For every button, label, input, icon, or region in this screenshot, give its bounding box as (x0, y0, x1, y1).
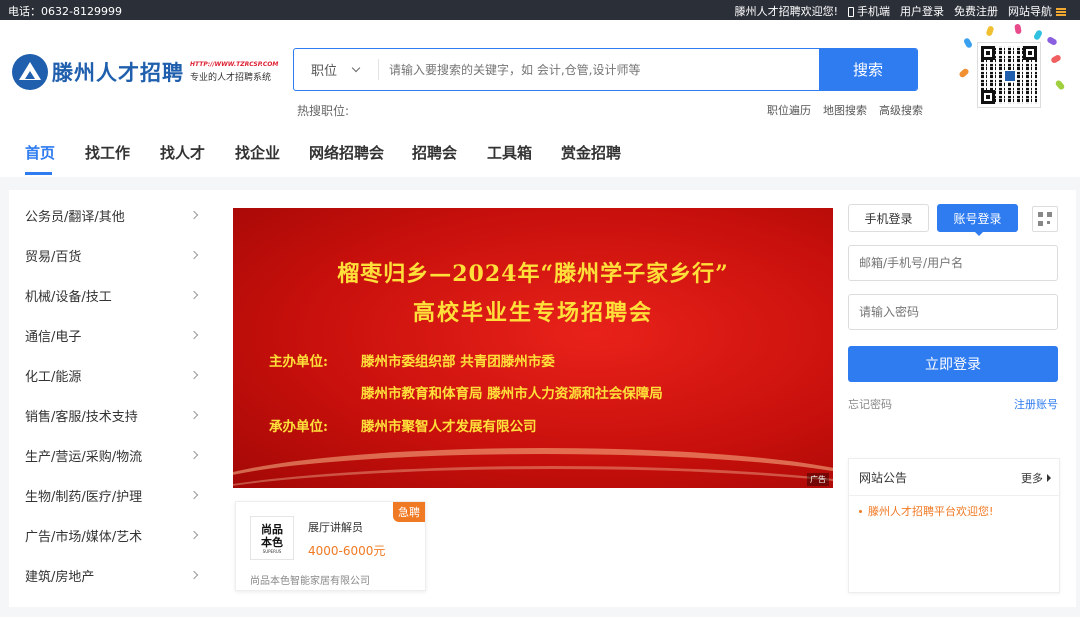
login-button[interactable]: 立即登录 (848, 346, 1058, 382)
urgent-badge: 急聘 (393, 502, 425, 522)
job-title[interactable]: 展厅讲解员 (308, 519, 363, 535)
chevron-right-icon (189, 410, 199, 420)
header: 滕州人才招聘 HTTP://WWW.TZRCSP.COM 专业的人才招聘系统 职… (0, 20, 1080, 177)
main-nav: 首页 找工作 找人才 找企业 网络招聘会 招聘会 工具箱 赏金招聘 (0, 137, 1080, 177)
chevron-right-icon (189, 490, 199, 500)
bullet-icon (859, 509, 862, 513)
notice-item[interactable]: 滕州人才招聘平台欢迎您! (859, 503, 993, 519)
category-item[interactable]: 建筑/房地产 (25, 555, 199, 595)
search-button[interactable]: 搜索 (819, 49, 917, 90)
welcome-text: 滕州人才招聘欢迎您! (734, 5, 838, 18)
banner-host-label: 主办单位: (269, 354, 328, 370)
chevron-right-icon (189, 210, 199, 220)
advanced-search-link[interactable]: 高级搜索 (879, 102, 923, 118)
password-field-wrap (848, 294, 1058, 330)
category-item[interactable]: 生产/营运/采购/物流 (25, 435, 199, 475)
site-nav-link[interactable]: 网站导航 (1008, 3, 1066, 19)
event-banner[interactable]: 榴枣归乡—2024年“滕州学子家乡行” 高校毕业生专场招聘会 主办单位: 滕州市… (233, 208, 833, 488)
nav-job-fair[interactable]: 招聘会 (412, 142, 457, 163)
contact-phone: 电话：0632-8129999 (8, 5, 122, 18)
notice-more-link[interactable]: 更多 (1021, 470, 1051, 486)
tab-account-login[interactable]: 账号登录 (937, 204, 1018, 236)
password-input[interactable] (849, 295, 1057, 329)
chevron-right-icon (189, 450, 199, 460)
username-input[interactable] (849, 246, 1057, 280)
chevron-right-icon (189, 530, 199, 540)
nav-online-fair[interactable]: 网络招聘会 (309, 142, 384, 163)
map-search-link[interactable]: 地图搜索 (823, 102, 867, 118)
chevron-right-icon (189, 570, 199, 580)
nav-find-talent[interactable]: 找人才 (160, 142, 205, 163)
site-logo[interactable]: 滕州人才招聘 HTTP://WWW.TZRCSP.COM 专业的人才招聘系统 (12, 54, 278, 90)
user-login-link[interactable]: 用户登录 (900, 3, 944, 19)
search-category-select[interactable]: 职位 (294, 49, 378, 90)
banner-host-1: 滕州市委组织部 共青团滕州市委 (361, 354, 555, 370)
free-register-link[interactable]: 免费注册 (954, 3, 998, 19)
menu-icon (1056, 8, 1066, 16)
caret-right-icon (1047, 474, 1051, 482)
nav-find-company[interactable]: 找企业 (235, 142, 280, 163)
tab-phone-login[interactable]: 手机登录 (848, 204, 929, 232)
job-browse-link[interactable]: 职位遍历 (767, 102, 811, 118)
main-content: 公务员/翻译/其他 贸易/百货 机械/设备/技工 通信/电子 化工/能源 销售/… (9, 190, 1076, 607)
logo-slogan: 专业的人才招聘系统 (190, 73, 272, 83)
top-links: 滕州人才招聘欢迎您! 手机端 用户登录 免费注册 网站导航 (735, 3, 1066, 19)
category-item[interactable]: 贸易/百货 (25, 235, 199, 275)
banner-organizer: 滕州市聚智人才发展有限公司 (361, 419, 537, 435)
job-card[interactable]: 急聘 尚品 本色 SUPERUS 展厅讲解员 4000-6000元 尚品本色智能… (235, 501, 426, 591)
logo-icon (12, 54, 48, 90)
banner-organizer-label: 承办单位: (269, 419, 328, 435)
mobile-icon (848, 7, 854, 17)
job-company[interactable]: 尚品本色智能家居有限公司 (250, 572, 370, 587)
category-item[interactable]: 公务员/翻译/其他 (25, 195, 199, 235)
category-item[interactable]: 生物/制药/医疗/护理 (25, 475, 199, 515)
chevron-right-icon (189, 250, 199, 260)
hot-search-label: 热搜职位: (297, 104, 350, 118)
qr-code-image (977, 42, 1041, 108)
banner-subtitle: 高校毕业生专场招聘会 (412, 300, 653, 326)
logo-title: 滕州人才招聘 (52, 61, 184, 85)
nav-active-indicator (25, 172, 52, 175)
nav-bounty-recruit[interactable]: 赏金招聘 (561, 142, 621, 163)
chevron-right-icon (189, 290, 199, 300)
search-input[interactable] (379, 49, 819, 90)
nav-find-job[interactable]: 找工作 (85, 142, 130, 163)
category-item[interactable]: 通信/电子 (25, 315, 199, 355)
category-item[interactable]: 销售/客服/技术支持 (25, 395, 199, 435)
site-notice-panel: 网站公告 更多 滕州人才招聘平台欢迎您! (848, 458, 1060, 593)
category-item[interactable]: 化工/能源 (25, 355, 199, 395)
chevron-right-icon (189, 330, 199, 340)
chevron-down-icon (351, 63, 361, 72)
logo-url: HTTP://WWW.TZRCSP.COM (190, 61, 279, 68)
search-bar: 职位 搜索 (293, 48, 918, 91)
app-qr-code (957, 23, 1071, 117)
job-salary: 4000-6000元 (308, 544, 386, 558)
category-item[interactable]: 机械/设备/技工 (25, 275, 199, 315)
company-logo: 尚品 本色 SUPERUS (250, 516, 294, 560)
nav-toolbox[interactable]: 工具箱 (487, 142, 532, 163)
notice-title: 网站公告 (859, 471, 908, 485)
nav-home[interactable]: 首页 (25, 142, 55, 163)
chevron-right-icon (189, 370, 199, 380)
username-field-wrap (848, 245, 1058, 281)
qr-code-icon (1038, 212, 1052, 226)
banner-title: 榴枣归乡—2024年“滕州学子家乡行” (337, 261, 729, 287)
search-sublinks: 职位遍历 地图搜索 高级搜索 (767, 102, 923, 118)
top-bar: 电话：0632-8129999 滕州人才招聘欢迎您! 手机端 用户登录 免费注册… (0, 0, 1080, 20)
ad-badge: 广告 (807, 473, 829, 486)
mobile-link[interactable]: 手机端 (848, 3, 890, 19)
category-item[interactable]: 广告/市场/媒体/艺术 (25, 515, 199, 555)
forgot-password-link[interactable]: 忘记密码 (848, 396, 892, 412)
banner-host-2: 滕州市教育和体育局 滕州市人力资源和社会保障局 (361, 386, 663, 402)
qr-login-button[interactable] (1032, 206, 1058, 232)
register-account-link[interactable]: 注册账号 (1014, 396, 1058, 412)
